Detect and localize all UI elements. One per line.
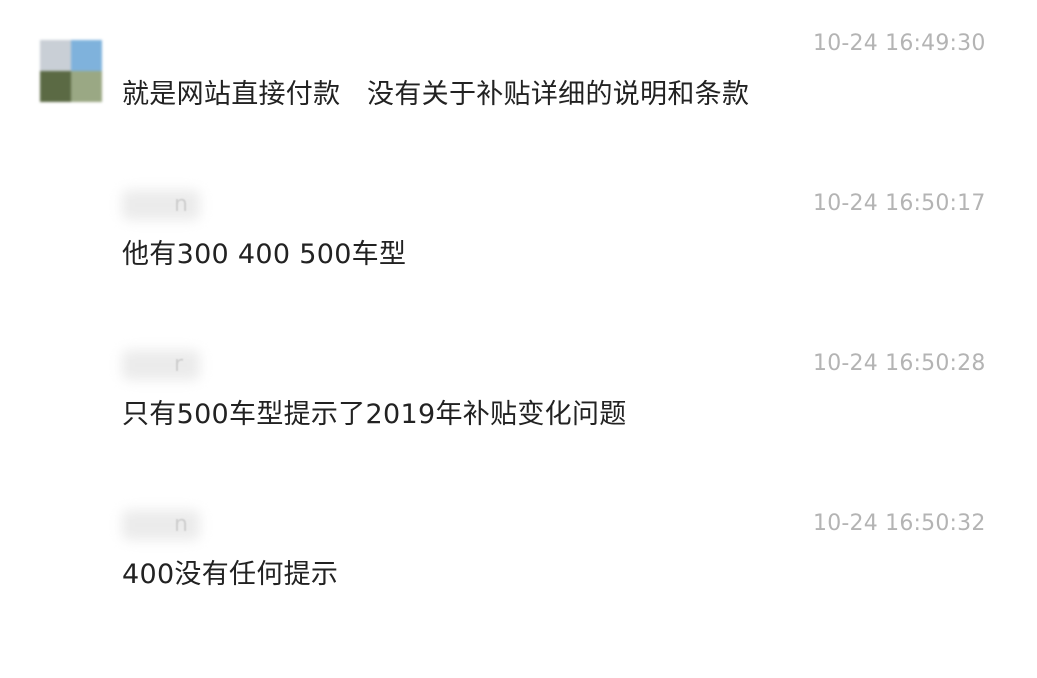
- message-timestamp: 10-24 16:49:30: [813, 31, 986, 56]
- sender-name-fragment: r: [174, 352, 184, 377]
- chat-message: n 10-24 16:50:32 400没有任何提示: [0, 496, 1037, 646]
- chat-message: 10-24 16:49:30 就是网站直接付款 没有关于补贴详细的说明和条款: [0, 16, 1037, 166]
- sender-name-redacted: n: [122, 510, 222, 540]
- sender-name-fragment: n: [174, 512, 188, 537]
- chat-message: r 10-24 16:50:28 只有500车型提示了2019年补贴变化问题: [0, 336, 1037, 486]
- message-text: 只有500车型提示了2019年补贴变化问题: [122, 399, 627, 430]
- avatar[interactable]: [40, 40, 102, 102]
- sender-name-redacted: n: [122, 190, 222, 220]
- message-timestamp: 10-24 16:50:32: [813, 511, 986, 536]
- message-timestamp: 10-24 16:50:28: [813, 351, 986, 376]
- message-text: 就是网站直接付款 没有关于补贴详细的说明和条款: [122, 79, 750, 110]
- chat-message: n 10-24 16:50:17 他有300 400 500车型: [0, 176, 1037, 326]
- sender-name-redacted: r: [122, 350, 222, 380]
- message-text: 400没有任何提示: [122, 559, 339, 590]
- sender-name-fragment: n: [174, 192, 188, 217]
- message-timestamp: 10-24 16:50:17: [813, 191, 986, 216]
- message-text: 他有300 400 500车型: [122, 239, 407, 270]
- chat-message-list: 10-24 16:49:30 就是网站直接付款 没有关于补贴详细的说明和条款 n…: [0, 0, 1037, 678]
